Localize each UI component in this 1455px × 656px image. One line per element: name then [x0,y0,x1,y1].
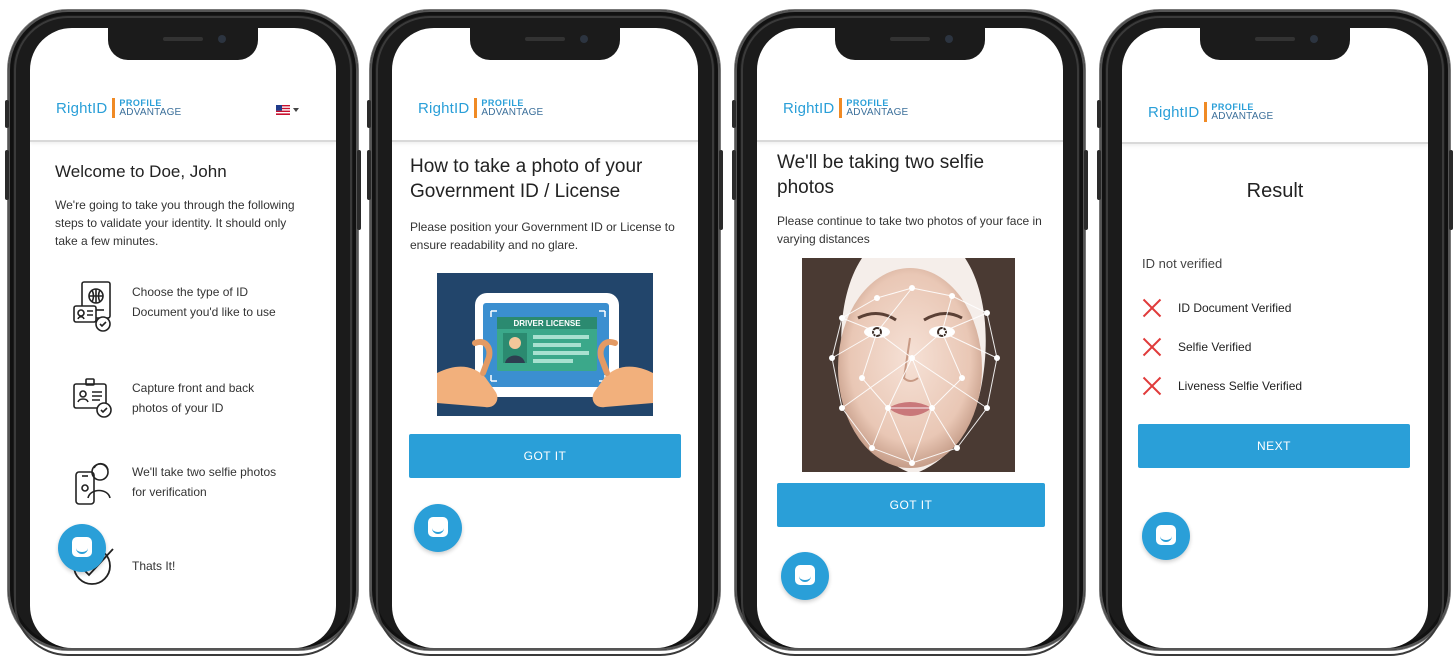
face-scan-image [802,258,1015,472]
passport-icon [73,281,111,332]
chat-button[interactable] [1142,512,1190,560]
result-screen: RightID PROFILE ADVANTAGE Result ID not v… [1122,28,1428,648]
step-capture-id: Capture front and back photos of your ID [70,374,310,434]
brand-logo: RightID PROFILE ADVANTAGE [418,98,543,118]
result-row-liveness: Liveness Selfie Verified [1142,376,1302,396]
phone-notch [835,28,985,60]
phone-2: RightID PROFILE ADVANTAGE How to take a p… [367,10,723,656]
step-label: Capture front and back photos of your ID [132,381,255,415]
us-flag-icon[interactable] [276,105,290,115]
step-label: Thats It! [132,559,176,573]
chat-bubble-icon [795,565,815,585]
step-label: Choose the type of ID Document you'd lik… [132,285,276,319]
brand-name: RightID [783,99,835,117]
brand-logo: RightID PROFILE ADVANTAGE [783,98,908,118]
brand-sub2: ADVANTAGE [1211,111,1274,122]
brand-name: RightID [418,99,470,117]
step-selfie: We'll take two selfie photos for verific… [70,458,310,518]
error-x-icon [1142,376,1162,396]
instructions-text: Please position your Government ID or Li… [410,220,675,252]
selfie-instructions-screen: RightID PROFILE ADVANTAGE We'll be taking… [757,28,1063,648]
got-it-button[interactable]: GOT IT [777,483,1045,527]
phone-notch [108,28,258,60]
error-x-icon [1142,337,1162,357]
welcome-screen: RightID PROFILE ADVANTAGE Welcome to Doe,… [30,28,336,648]
chat-button[interactable] [781,552,829,600]
got-it-button[interactable]: GOT IT [409,434,681,478]
id-card-icon [73,378,112,418]
verification-status: ID not verified [1142,256,1223,271]
page-title: We'll be taking two selfie photos [777,152,985,198]
step-done: Thats It! [70,540,310,600]
language-dropdown-icon[interactable] [293,108,299,112]
step-choose-id: Choose the type of ID Document you'd lik… [70,278,310,338]
result-label: ID Document Verified [1178,301,1292,315]
result-row-selfie: Selfie Verified [1142,337,1251,357]
brand-name: RightID [56,99,108,117]
page-title: Result [1246,180,1304,202]
next-button[interactable]: NEXT [1138,424,1410,468]
brand-sub2: ADVANTAGE [481,107,544,118]
page-title: How to take a photo of your Government I… [410,156,643,202]
phone-1: RightID PROFILE ADVANTAGE Welcome to Doe,… [5,10,361,656]
id-instructions-screen: RightID PROFILE ADVANTAGE How to take a p… [392,28,698,648]
brand-sub2: ADVANTAGE [846,107,909,118]
intro-text: We're going to take you through the foll… [55,198,295,248]
selfie-icon [75,462,111,505]
phone-3: RightID PROFILE ADVANTAGE We'll be taking… [732,10,1088,656]
result-label: Selfie Verified [1178,340,1252,354]
chat-button[interactable] [414,504,462,552]
phone-notch [470,28,620,60]
brand-sub2: ADVANTAGE [119,107,182,118]
phone-notch [1200,28,1350,60]
chat-bubble-icon [428,517,448,537]
phone-4: RightID PROFILE ADVANTAGE Result ID not v… [1097,10,1453,656]
chat-button[interactable] [58,524,106,572]
brand-logo: RightID PROFILE ADVANTAGE [56,98,181,118]
chat-bubble-icon [72,537,92,557]
step-label: We'll take two selfie photos for verific… [132,465,277,499]
driver-license-illustration: DRIVER LICENSE [437,273,653,416]
brand-name: RightID [1148,103,1200,121]
instructions-text: Please continue to take two photos of yo… [777,214,1042,246]
brand-logo: RightID PROFILE ADVANTAGE [1148,102,1273,122]
chat-bubble-icon [1156,525,1176,545]
page-title: Welcome to Doe, John [55,162,227,181]
license-label: DRIVER LICENSE [513,319,581,328]
error-x-icon [1142,298,1162,318]
result-label: Liveness Selfie Verified [1178,379,1303,393]
result-row-id-document: ID Document Verified [1142,298,1291,318]
